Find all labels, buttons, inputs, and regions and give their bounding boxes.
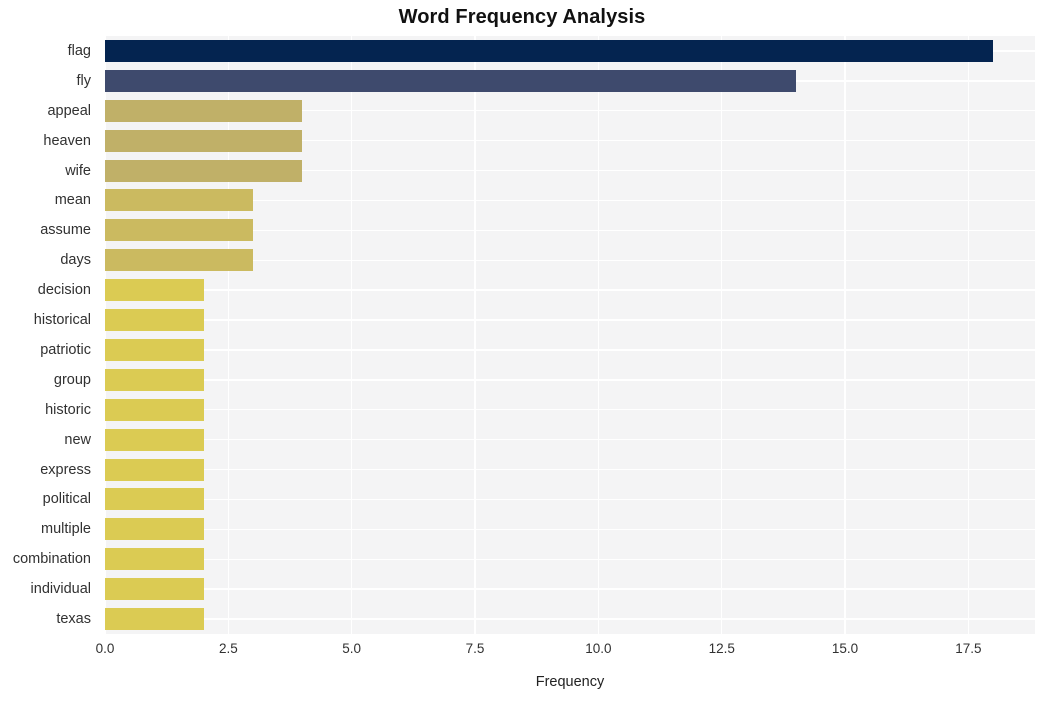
x-gridline [227,36,230,634]
bar [105,488,204,511]
x-tick-label: 10.0 [585,641,612,656]
y-tick-label: heaven [43,132,91,149]
y-gridline [105,289,1035,291]
y-gridline [105,438,1035,441]
plot-area [104,36,1035,634]
bar [105,309,204,332]
y-tick-label: historic [45,401,91,418]
x-tick-label: 15.0 [831,641,859,656]
y-tick-label: political [42,491,91,508]
chart-figure: Word Frequency Analysis flag fly appeal hea… [0,0,1044,701]
y-tick-label: texas [56,611,91,628]
bar [105,39,994,62]
y-gridline [105,379,1035,381]
bar [105,338,204,361]
bar [105,458,204,481]
x-gridline [474,36,476,634]
x-tick-label: 0.0 [95,641,115,656]
y-tick-label: patriotic [40,341,91,358]
y-tick-label: new [64,431,91,448]
bar [105,129,303,152]
y-tick-label: combination [12,551,91,568]
bar [105,249,253,272]
y-tick-label: mean [54,192,91,209]
x-gridline [597,36,600,634]
x-tick-label: 17.5 [955,641,982,656]
y-gridline [105,468,1035,471]
x-tick-label: 12.5 [708,641,735,656]
y-gridline [105,618,1035,620]
x-tick-label: 5.0 [342,641,362,656]
y-tick-label: historical [33,312,91,329]
y-gridline [105,409,1035,411]
y-gridline [105,349,1035,351]
x-tick-label: 7.5 [465,641,485,656]
y-gridline [105,319,1035,321]
x-axis-title: Frequency [535,674,605,690]
y-gridline [105,528,1035,531]
x-tick-label: 2.5 [218,641,238,656]
y-tick-label: individual [30,581,91,598]
bar [105,578,204,601]
x-gridline [844,36,846,634]
y-tick-label: decision [37,282,91,299]
bar [105,99,303,122]
y-tick-label: wife [65,162,91,179]
bar [105,279,204,302]
bar [105,219,253,242]
bar [105,368,204,391]
bar [105,189,253,212]
bar [105,608,204,631]
x-gridline [104,36,106,634]
x-gridline [721,36,723,634]
y-tick-label: assume [40,222,91,239]
bar [105,548,204,571]
y-tick-label: group [53,371,91,388]
bar [105,398,204,421]
y-gridline [105,498,1035,501]
y-gridline [105,558,1035,560]
y-tick-label: multiple [41,521,91,538]
y-tick-label: days [60,252,91,269]
y-tick-label: fly [76,72,92,89]
chart-title: Word Frequency Analysis [398,6,646,28]
bar [105,518,204,541]
x-gridline [967,36,970,634]
y-tick-label: flag [67,42,91,59]
bar [105,69,796,92]
bar [105,159,303,182]
y-tick-label: appeal [47,102,91,119]
y-tick-label: express [40,461,91,478]
x-gridline [350,36,353,634]
y-gridline [105,588,1035,590]
bar [105,428,204,451]
